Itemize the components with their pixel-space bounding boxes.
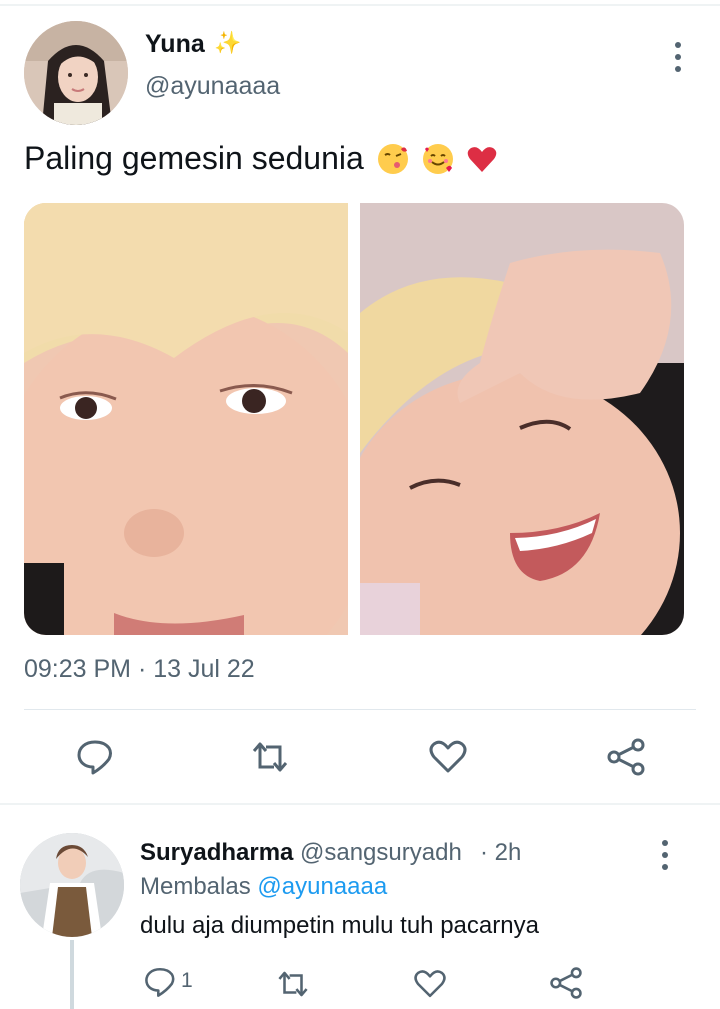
smiling-face-with-hearts-icon [422,144,453,174]
reply-retweet-icon[interactable] [276,967,310,1001]
author-handle[interactable]: @ayunaaaa [145,72,280,101]
sparkle-icon: ✨ [214,30,242,55]
reply-author-handle[interactable]: @sangsuryadh [300,839,462,867]
reply-time: · 2h [480,839,522,866]
reply-text: dulu aja diumpetin mulu tuh pacarnya [140,912,539,939]
photo-2[interactable] [360,203,684,635]
tweet-text-content: Paling gemesin sedunia [24,140,364,176]
tweet-timestamp: 09:23 PM · 13 Jul 22 [24,655,255,683]
actions-divider [0,803,720,805]
reply-reply-icon[interactable] [143,965,177,999]
replying-prefix: Membalas [140,873,251,900]
reply-author-avatar[interactable] [20,833,124,937]
top-divider [0,4,720,6]
more-options-icon[interactable] [668,40,688,74]
red-heart-icon [468,147,497,172]
reply-icon[interactable] [75,737,115,777]
author-avatar[interactable] [24,21,128,125]
reply-more-options-icon[interactable] [655,838,675,872]
reply-author-name[interactable]: Suryadharma [140,839,293,867]
photo-1[interactable] [24,203,348,635]
timestamp-divider [24,709,696,710]
thread-line [70,940,74,1009]
reply-like-icon[interactable] [413,967,447,1001]
reply-share-icon[interactable] [549,966,583,1000]
retweet-icon[interactable] [250,737,290,777]
tweet-text: Paling gemesin sedunia [24,140,498,177]
like-icon[interactable] [428,737,468,777]
replying-to: Membalas @ayunaaaa [140,873,387,901]
reply-count: 1 [181,969,193,992]
replying-to-link[interactable]: @ayunaaaa [257,873,387,900]
author-name[interactable]: Yuna [145,30,205,59]
share-icon[interactable] [606,737,646,777]
kissing-face-icon [377,144,408,174]
